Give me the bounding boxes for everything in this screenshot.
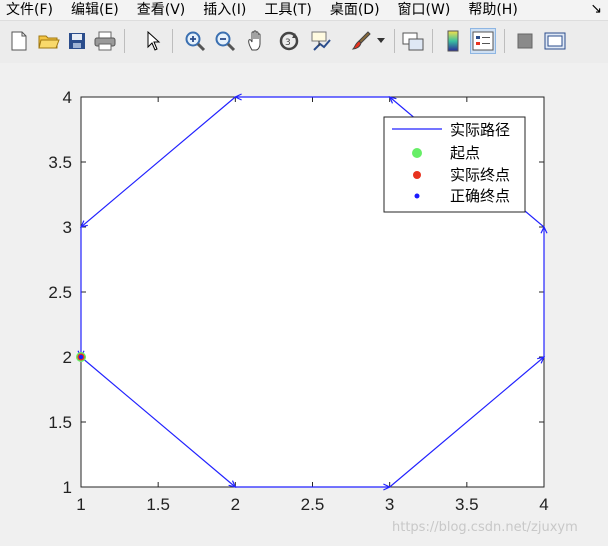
menu-file[interactable]: 文件(F) (0, 0, 53, 20)
legend-label-path: 实际路径 (450, 121, 510, 139)
toolbar-separator (504, 29, 505, 53)
x-tick-label: 1 (76, 495, 85, 514)
toolbar-separator (394, 29, 395, 53)
zoom-out-icon[interactable] (212, 28, 238, 54)
brush-icon[interactable] (348, 28, 374, 54)
legend-marker-expected-end (414, 193, 420, 199)
zoom-in-icon[interactable] (182, 28, 208, 54)
print-icon[interactable] (92, 28, 118, 54)
watermark-text: https://blog.csdn.net/zjuxym (392, 520, 578, 535)
y-tick-label: 3.5 (48, 153, 72, 172)
menu-help[interactable]: 帮助(H) (462, 0, 517, 20)
legend-label-start: 起点 (450, 144, 480, 162)
dock-arrow-icon[interactable]: ↘ (590, 1, 602, 17)
x-tick-label: 1.5 (146, 495, 170, 514)
x-tick-label: 4 (539, 495, 548, 514)
y-tick-label: 1 (63, 478, 72, 497)
menu-edit[interactable]: 编辑(E) (65, 0, 119, 20)
link-plot-icon[interactable] (400, 28, 426, 54)
menu-tools[interactable]: 工具(T) (258, 0, 311, 20)
menu-window[interactable]: 窗口(W) (392, 0, 451, 20)
x-tick-label: 2.5 (301, 495, 325, 514)
y-tick-label: 2.5 (48, 283, 72, 302)
expected-end-marker (78, 354, 84, 360)
open-file-icon[interactable] (36, 28, 62, 54)
save-icon[interactable] (64, 28, 90, 54)
hide-plot-tools-icon[interactable] (512, 28, 538, 54)
toolbar-separator (172, 29, 173, 53)
menu-insert[interactable]: 插入(I) (197, 0, 246, 20)
data-cursor-icon[interactable] (308, 28, 334, 54)
y-tick-label: 2 (63, 348, 72, 367)
menu-view[interactable]: 查看(V) (131, 0, 186, 20)
y-tick-label: 4 (63, 88, 72, 107)
toolbar-separator (124, 29, 125, 53)
menu-desktop[interactable]: 桌面(D) (324, 0, 380, 20)
new-figure-icon[interactable] (6, 28, 32, 54)
legend-marker-actual-end (413, 171, 421, 179)
svg-text:3: 3 (285, 38, 291, 48)
rotate-3d-icon[interactable]: 3 (276, 28, 302, 54)
legend[interactable]: 实际路径 起点 实际终点 正确终点 (383, 116, 526, 213)
figure-toolbar: 3 (0, 20, 608, 64)
legend-label-expected-end: 正确终点 (450, 187, 510, 205)
toolbar-separator (432, 29, 433, 53)
plot-area[interactable]: 1 1.5 2 2.5 3 3.5 4 1 1.5 2 2.5 3 3.5 4 实际路径 起点 实际终点… (0, 63, 608, 546)
show-plot-tools-icon[interactable] (542, 28, 568, 54)
legend-icon[interactable] (470, 28, 496, 54)
x-tick-label: 3 (385, 495, 394, 514)
x-tick-label: 2 (231, 495, 240, 514)
pointer-icon[interactable] (140, 28, 166, 54)
x-tick-label: 3.5 (455, 495, 479, 514)
legend-label-actual-end: 实际终点 (450, 166, 510, 184)
brush-dropdown-icon[interactable] (374, 28, 388, 54)
legend-marker-start (412, 148, 422, 158)
y-tick-label: 3 (63, 218, 72, 237)
colorbar-icon[interactable] (440, 28, 466, 54)
menu-bar: 文件(F) 编辑(E) 查看(V) 插入(I) 工具(T) 桌面(D) 窗口(W… (0, 0, 608, 20)
y-tick-label: 1.5 (48, 413, 72, 432)
pan-hand-icon[interactable] (244, 28, 270, 54)
